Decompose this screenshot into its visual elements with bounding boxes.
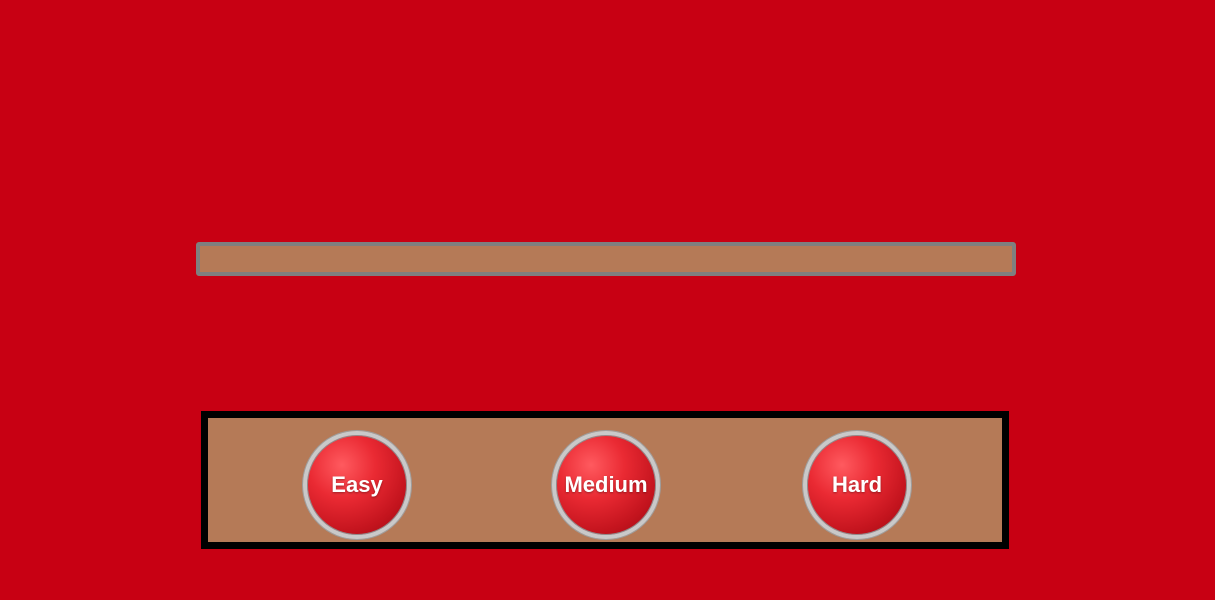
hard-button[interactable]: Hard	[803, 431, 911, 539]
hard-button-label: Hard	[831, 472, 883, 497]
easy-button[interactable]: Easy	[303, 431, 411, 539]
progress-bar	[196, 242, 1016, 276]
medium-button-label: Medium	[564, 472, 648, 497]
medium-button[interactable]: Medium	[552, 431, 660, 539]
easy-button-label: Easy	[331, 472, 383, 497]
game-screen: Easy Medium Hard	[0, 0, 1215, 600]
